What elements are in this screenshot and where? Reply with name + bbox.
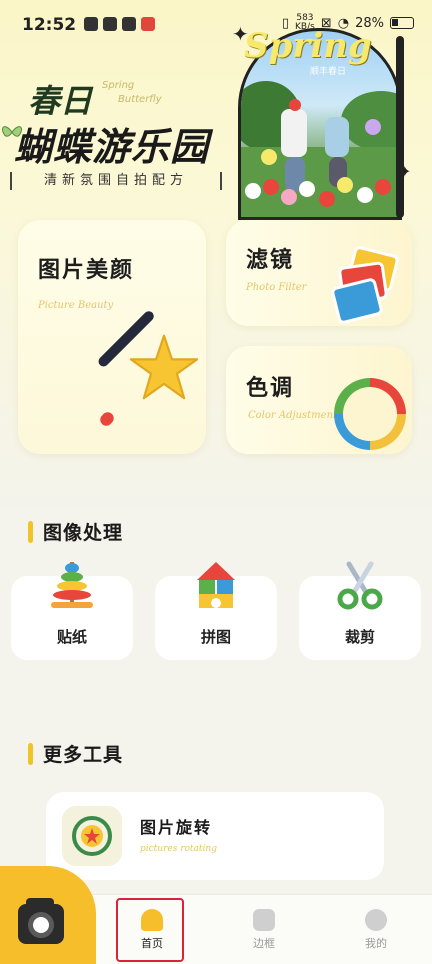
camera-icon <box>18 904 64 944</box>
sparkle-icon: ✦ <box>398 162 412 181</box>
hero-english-2: Butterfly <box>118 94 162 105</box>
status-time: 12:52 <box>22 15 77 35</box>
picture-rotate-subtitle: pictures rotating <box>140 844 217 854</box>
flower-icon <box>357 187 373 203</box>
building-blocks-icon <box>197 562 235 608</box>
picture-beauty-title: 图片美颜 <box>38 258 135 283</box>
flower-icon <box>281 189 297 205</box>
more-tools-label: 更多工具 <box>43 744 124 766</box>
photo-subtitle: 顺丰春日 <box>310 67 347 77</box>
color-ring-icon <box>334 378 406 450</box>
flower-icon <box>319 191 335 207</box>
nav-profile-label: 我的 <box>365 937 387 950</box>
section-accent-bar <box>28 742 33 765</box>
rotate-badge-icon <box>72 816 112 856</box>
flower-icon <box>299 181 315 197</box>
flower-icon <box>263 179 279 195</box>
hero-english-1: Spring <box>102 80 135 91</box>
sticker-label: 贴纸 <box>56 628 87 646</box>
color-adjustment-subtitle: Color Adjustment <box>248 410 338 421</box>
color-adjustment-title: 色调 <box>246 376 295 401</box>
play-notification-icon <box>122 17 136 31</box>
sticker-tool[interactable]: 贴纸 <box>11 562 133 660</box>
flower-icon <box>261 149 277 165</box>
selection-highlight <box>116 898 184 962</box>
photo-filter-subtitle: Photo Filter <box>246 282 307 293</box>
rotate-icon-box <box>62 806 122 866</box>
section-accent-bar <box>28 520 33 543</box>
ring-stacker-icon <box>51 562 93 608</box>
sparkle-icon: ✦ <box>232 22 249 46</box>
photo-filter-title: 滤镜 <box>246 248 295 273</box>
nav-profile[interactable]: 我的 <box>346 909 406 951</box>
app-notification-icon <box>84 17 98 31</box>
collage-tool[interactable]: 拼图 <box>155 562 277 660</box>
camera-button[interactable] <box>0 866 96 964</box>
person-figure <box>281 109 307 157</box>
flower-icon <box>365 119 381 135</box>
crop-label: 裁剪 <box>344 628 375 646</box>
scissors-icon <box>337 561 383 610</box>
app-notification-icon <box>103 17 117 31</box>
picture-rotate-item[interactable]: 图片旋转 pictures rotating <box>46 792 384 880</box>
picture-beauty-subtitle: Picture Beauty <box>38 300 114 311</box>
profile-icon <box>365 909 387 931</box>
photo-frame-edge <box>396 36 404 218</box>
frame-icon <box>253 909 275 931</box>
image-processing-heading: 图像处理 <box>28 518 123 545</box>
nav-frame-label: 边框 <box>253 937 275 950</box>
more-tools-heading: 更多工具 <box>28 740 123 767</box>
nav-frame[interactable]: 边框 <box>234 909 294 951</box>
camera-lens-icon <box>28 912 54 938</box>
hero-tagline: 清新氛围自拍配方 <box>10 172 222 190</box>
star-icon <box>129 334 199 400</box>
app-notification-icon <box>141 17 155 31</box>
image-processing-label: 图像处理 <box>43 522 124 544</box>
battery-icon <box>390 17 414 29</box>
notification-icons <box>84 17 155 31</box>
photo-title: Spring <box>244 26 372 66</box>
crop-tool[interactable]: 裁剪 <box>299 561 421 660</box>
picture-rotate-title: 图片旋转 <box>140 818 213 837</box>
hero-title-line2: 蝴蝶游乐园 <box>14 124 210 169</box>
heart-icon <box>289 99 301 111</box>
collage-label: 拼图 <box>200 628 231 646</box>
person-figure <box>325 117 349 157</box>
flower-icon <box>245 183 261 199</box>
flower-icon <box>375 179 391 195</box>
flower-icon <box>337 177 353 193</box>
